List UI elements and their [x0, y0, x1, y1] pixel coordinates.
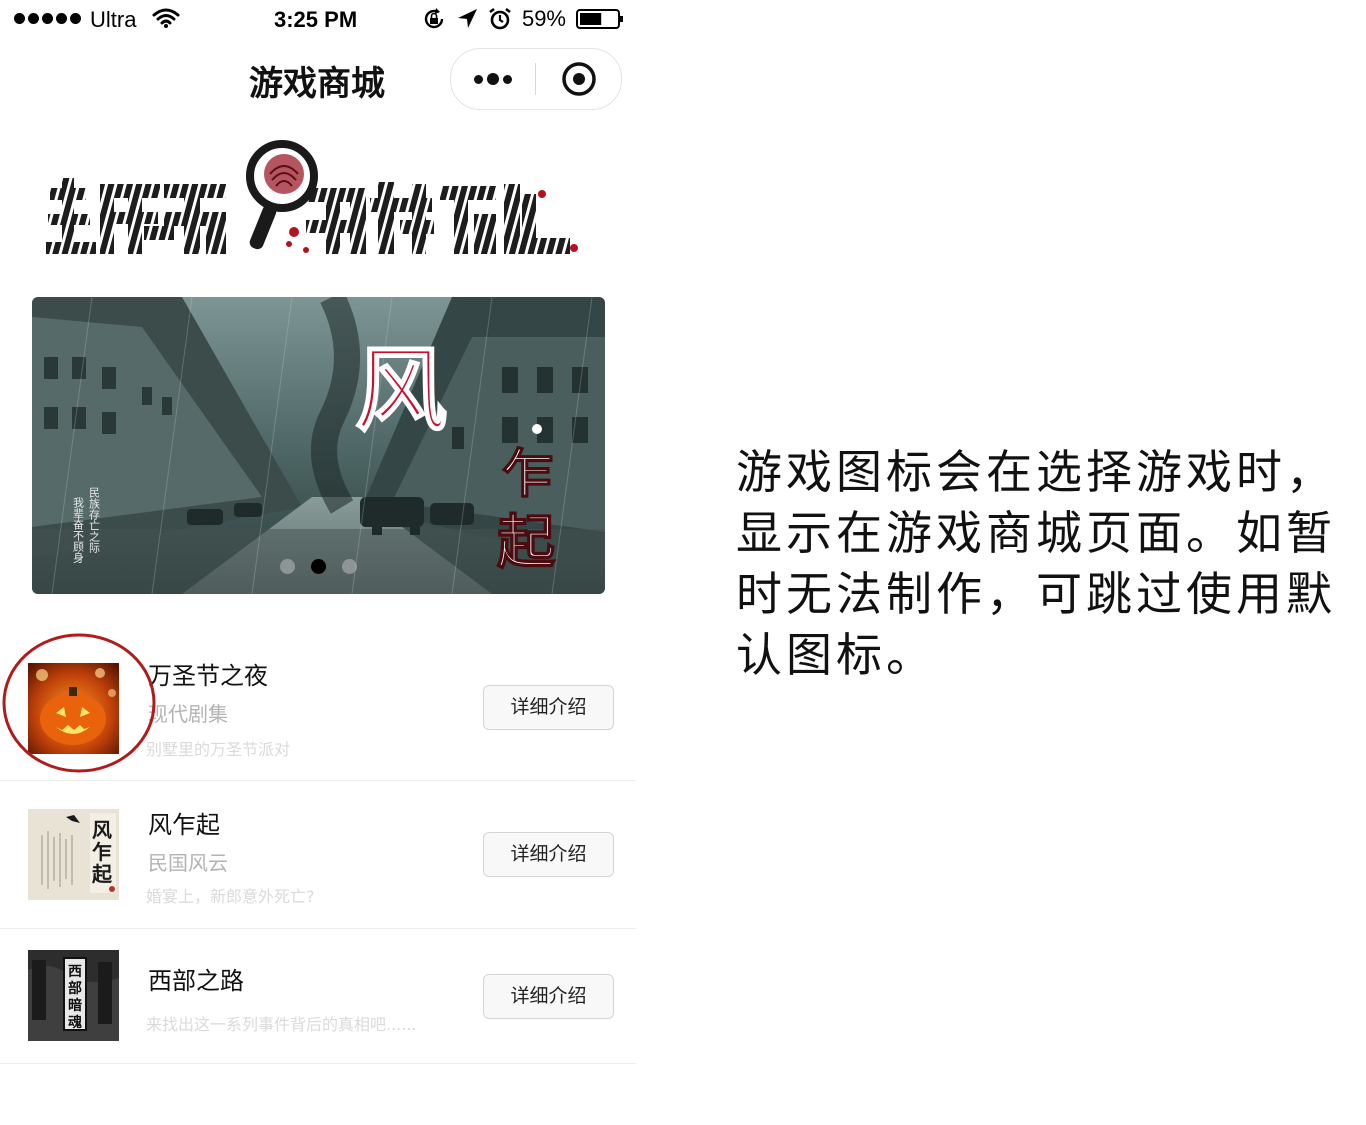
wifi-icon	[152, 8, 180, 28]
details-button[interactable]: 详细介绍	[483, 685, 614, 730]
svg-text:西: 西	[68, 964, 82, 980]
battery-icon	[576, 9, 623, 29]
target-icon	[561, 62, 596, 96]
banner-image: 风 乍 起 民族存亡之际 我辈奋不顾身	[32, 297, 605, 594]
carousel-indicators	[32, 559, 605, 574]
banner-carousel[interactable]: 风 乍 起 民族存亡之际 我辈奋不顾身	[32, 297, 605, 594]
signal-strength-icon	[14, 13, 81, 24]
game-title: 万圣节之夜	[148, 662, 268, 690]
game-genre: 现代剧集	[148, 702, 228, 726]
close-mini-program-button[interactable]	[536, 49, 621, 109]
game-icon-fengzhaqi: 风 乍 起	[28, 809, 119, 900]
game-title: 风乍起	[148, 811, 220, 839]
details-button[interactable]: 详细介绍	[483, 832, 614, 877]
annotation-text: 游戏图标会在选择游戏时，显示在游戏商城页面。如暂时无法制作，可跳过使用默认图标。	[736, 445, 1336, 682]
alarm-icon	[489, 7, 511, 30]
svg-text:部: 部	[68, 980, 82, 997]
page-title: 游戏商城	[249, 64, 385, 104]
more-options-button[interactable]	[451, 49, 535, 109]
carousel-dot[interactable]	[280, 559, 295, 574]
game-list-item[interactable]: 万圣节之夜 现代剧集 别墅里的万圣节派对 详细介绍	[0, 632, 636, 781]
carousel-dot[interactable]	[342, 559, 357, 574]
game-list-item[interactable]: 风 乍 起 风乍起 民国风云 婚宴上，新郎意外死亡? 详细介绍	[0, 781, 636, 929]
game-description: 婚宴上，新郎意外死亡?	[146, 887, 315, 906]
svg-text:乍: 乍	[502, 444, 554, 505]
svg-text:暗: 暗	[68, 997, 82, 1014]
battery-percent: 59%	[521, 6, 566, 31]
details-button[interactable]: 详细介绍	[483, 974, 614, 1019]
mini-program-capsule	[450, 48, 622, 110]
game-genre: 民国风云	[148, 851, 228, 875]
game-list-item[interactable]: 西 部 暗 魂 西部之路 来找出这一系列事件背后的真相吧...... 详细介绍	[0, 929, 636, 1064]
rotation-lock-icon	[424, 8, 444, 29]
status-icons: 59%	[422, 6, 624, 32]
game-description: 别墅里的万圣节派对	[146, 740, 291, 759]
svg-text:风: 风	[92, 818, 112, 842]
carousel-dot-active[interactable]	[311, 559, 326, 574]
game-icon-xibuzhilu: 西 部 暗 魂	[28, 950, 119, 1041]
brand-logo	[46, 140, 578, 254]
svg-text:民族存亡之际: 民族存亡之际	[88, 487, 101, 554]
svg-text:起: 起	[91, 862, 113, 886]
phone-screen: Ultra 3:25 PM 59% 游戏商城 风 乍 起 民族存亡之际 我辈奋不…	[0, 0, 636, 1125]
svg-text:我辈奋不顾身: 我辈奋不顾身	[72, 497, 85, 564]
svg-text:魂: 魂	[68, 1014, 82, 1031]
game-title: 西部之路	[148, 967, 244, 995]
game-description: 来找出这一系列事件背后的真相吧......	[146, 1015, 417, 1034]
location-arrow-icon	[457, 9, 477, 28]
game-icon-halloween	[28, 663, 119, 754]
svg-text:乍: 乍	[92, 840, 112, 864]
clock: 3:25 PM	[274, 7, 358, 32]
carrier-name: Ultra	[90, 7, 137, 32]
svg-text:风: 风	[355, 336, 447, 444]
status-bar: Ultra 3:25 PM 59%	[0, 0, 636, 40]
